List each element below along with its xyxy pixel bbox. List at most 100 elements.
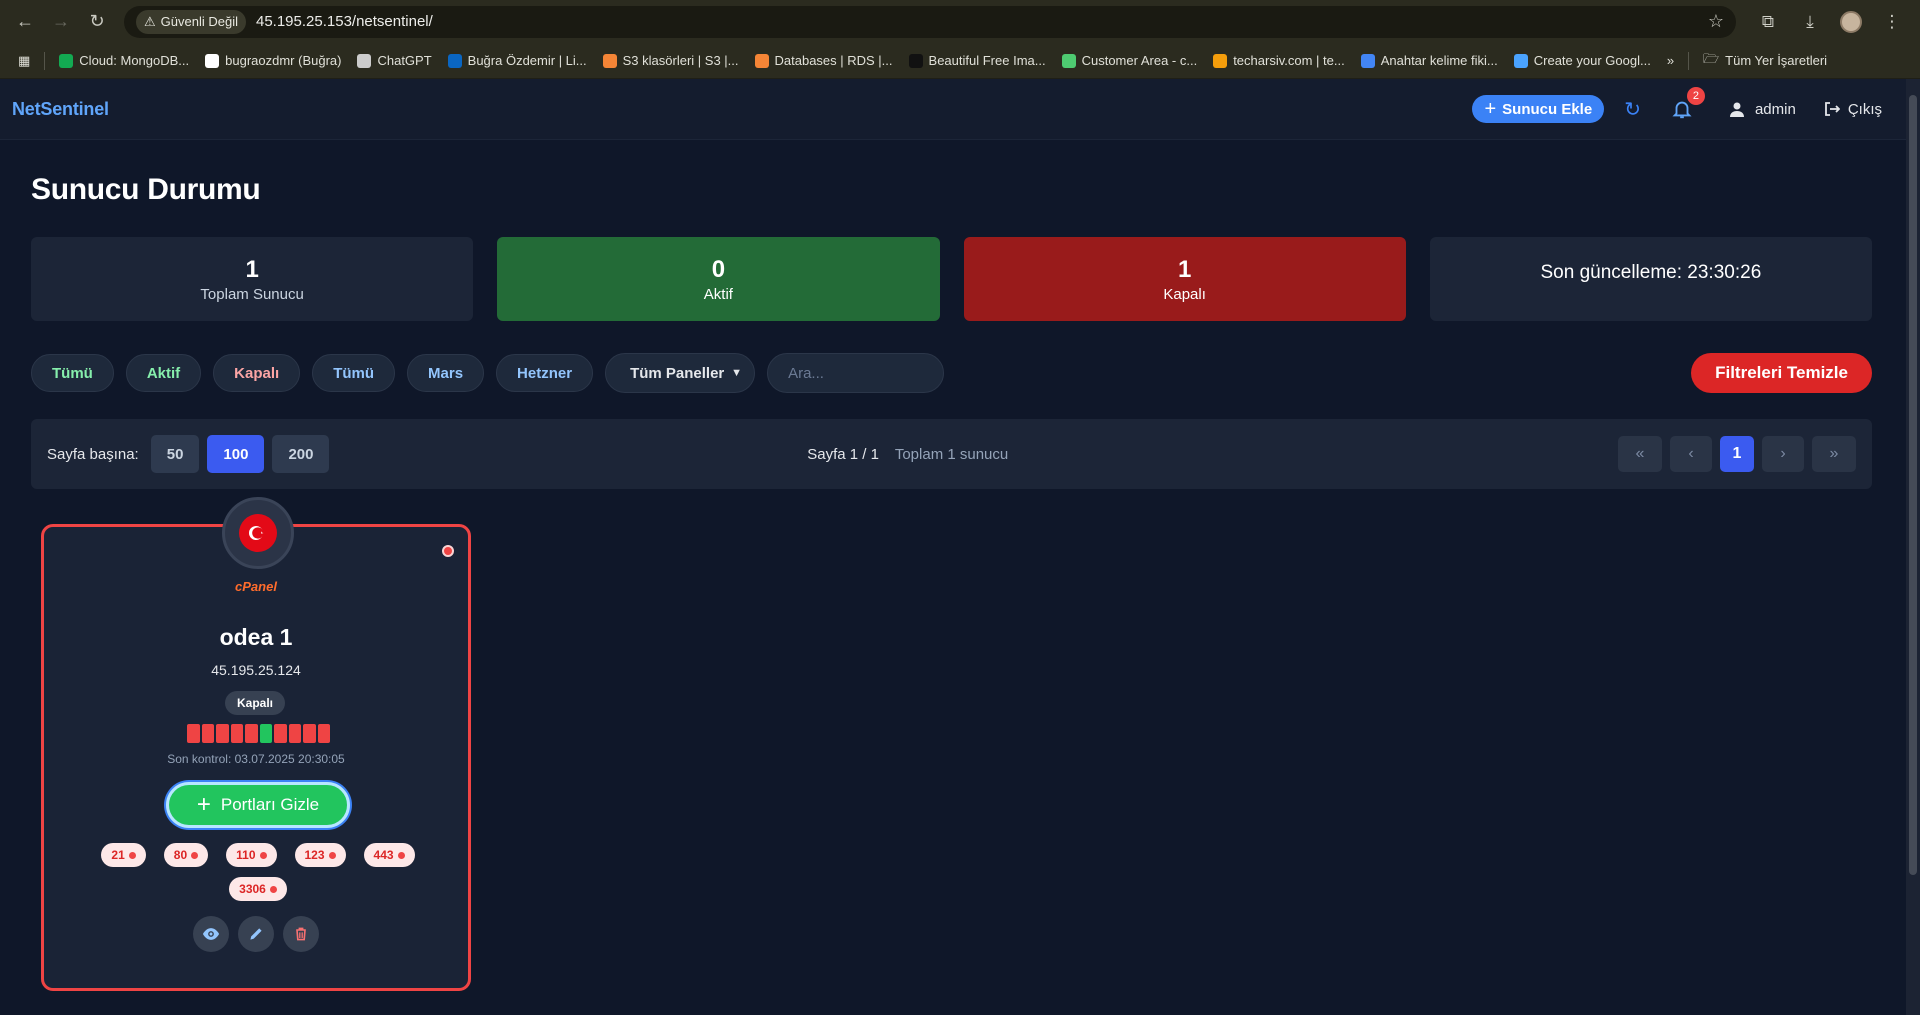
- bookmark-item[interactable]: Customer Area - c...: [1054, 53, 1206, 68]
- per-page-50[interactable]: 50: [150, 435, 200, 473]
- stats-row: 1 Toplam Sunucu 0 Aktif 1 Kapalı Son gün…: [31, 237, 1872, 321]
- notification-badge: 2: [1686, 87, 1705, 105]
- back-icon[interactable]: ←: [10, 7, 40, 37]
- filter-status-down[interactable]: Kapalı: [213, 354, 301, 392]
- bookmark-item[interactable]: Create your Googl...: [1506, 53, 1659, 68]
- profile-avatar[interactable]: [1840, 10, 1862, 33]
- bookmark-item[interactable]: S3 klasörleri | S3 |...: [595, 53, 747, 68]
- edit-button[interactable]: [238, 916, 274, 952]
- bookmark-item[interactable]: techarsiv.com | te...: [1205, 53, 1353, 68]
- next-page-icon[interactable]: ›: [1762, 436, 1804, 472]
- clear-filters-button[interactable]: Filtreleri Temizle: [1691, 353, 1872, 393]
- logout-button[interactable]: Çıkış: [1824, 101, 1882, 118]
- bookmark-item[interactable]: Databases | RDS |...: [747, 53, 901, 68]
- bookmark-item[interactable]: ChatGPT: [349, 53, 439, 68]
- extensions-icon[interactable]: ⧉: [1756, 12, 1780, 32]
- per-page-label: Sayfa başına:: [47, 445, 139, 463]
- page-scrollbar[interactable]: [1906, 79, 1920, 1015]
- filter-status-all[interactable]: Tümü: [31, 354, 114, 392]
- prev-page-icon[interactable]: ‹: [1670, 436, 1712, 472]
- menu-kebab-icon[interactable]: ⋮: [1880, 12, 1904, 32]
- status-dot: [442, 545, 454, 557]
- filter-provider-all[interactable]: Tümü: [312, 354, 396, 392]
- pagination-bar: Sayfa başına: 50 100 200 Sayfa 1 / 1 Top…: [31, 419, 1872, 489]
- chevron-down-icon: ▼: [731, 367, 743, 379]
- filter-provider-hetzner[interactable]: Hetzner: [496, 354, 594, 392]
- app-viewport: NetSentinel + Sunucu Ekle ↻ 2 admin Çıkı…: [0, 79, 1920, 1015]
- bookmark-favicon-icon: [205, 53, 220, 68]
- toggle-ports-button[interactable]: + Portları Gizle: [166, 782, 350, 828]
- per-page-100[interactable]: 100: [207, 435, 265, 473]
- refresh-icon[interactable]: ↻: [1624, 97, 1641, 122]
- app-header: NetSentinel + Sunucu Ekle ↻ 2 admin Çıkı…: [0, 79, 1920, 140]
- filter-status-active[interactable]: Aktif: [125, 354, 202, 392]
- scrollbar-thumb[interactable]: [1909, 95, 1917, 875]
- stat-total: 1 Toplam Sunucu: [31, 237, 474, 321]
- turkey-flag-icon: [239, 514, 277, 552]
- page-info: Sayfa 1 / 1: [807, 445, 879, 463]
- first-page-icon[interactable]: «: [1618, 436, 1662, 472]
- bookmark-item[interactable]: Buğra Özdemir | Li...: [440, 53, 595, 68]
- filter-provider-mars[interactable]: Mars: [407, 354, 485, 392]
- history-bar-down: [317, 724, 330, 743]
- page-button-current[interactable]: 1: [1720, 436, 1754, 472]
- user-menu[interactable]: admin: [1729, 101, 1796, 118]
- all-bookmarks-folder[interactable]: 🗁 Tüm Yer İşaretleri: [1695, 50, 1835, 72]
- browser-toolbar: ← → ↻ ⚠ Güvenli Değil 45.195.25.153/nets…: [0, 0, 1920, 43]
- logout-icon: [1824, 102, 1840, 116]
- port-status-dot: [191, 851, 199, 859]
- delete-button[interactable]: [283, 916, 319, 952]
- download-icon[interactable]: ⤓: [1798, 12, 1822, 32]
- address-bar[interactable]: ⚠ Güvenli Değil 45.195.25.153/netsentine…: [124, 5, 1736, 38]
- security-indicator[interactable]: ⚠ Güvenli Değil: [136, 9, 246, 34]
- bookmark-favicon-icon: [1213, 53, 1228, 68]
- bookmark-favicon-icon: [447, 53, 462, 68]
- port-badge: 443: [363, 843, 415, 867]
- bookmark-favicon-icon: [1061, 53, 1076, 68]
- server-card: cPanel odea 1 45.195.25.124 Kapalı Son k…: [41, 497, 471, 991]
- add-server-button[interactable]: + Sunucu Ekle: [1472, 95, 1605, 123]
- port-badge: 80: [163, 843, 209, 867]
- history-bar-down: [245, 724, 258, 743]
- panel-select[interactable]: Tüm Paneller ▼: [605, 353, 756, 393]
- card-actions: [44, 916, 468, 952]
- bookmark-item[interactable]: Beautiful Free Ima...: [901, 53, 1054, 68]
- history-bar-down: [274, 724, 287, 743]
- bookmark-favicon-icon: [1360, 53, 1375, 68]
- total-info: Toplam 1 sunucu: [894, 445, 1009, 463]
- bookmark-item[interactable]: bugraozdmr (Buğra): [197, 53, 349, 68]
- reload-icon[interactable]: ↻: [82, 7, 112, 37]
- pencil-icon: [250, 928, 262, 940]
- bookmark-item[interactable]: Anahtar kelime fiki...: [1353, 53, 1506, 68]
- per-page-200[interactable]: 200: [272, 435, 330, 473]
- apps-grid-icon[interactable]: ▦: [10, 53, 38, 69]
- history-bar-down: [230, 724, 243, 743]
- bookmark-star-icon[interactable]: ☆: [1708, 11, 1724, 32]
- more-bookmarks-icon[interactable]: »: [1659, 53, 1682, 68]
- filter-bar: Tümü Aktif Kapalı Tümü Mars Hetzner Tüm …: [31, 353, 1872, 393]
- search-input[interactable]: Ara...: [767, 353, 945, 393]
- panel-logo: cPanel: [235, 579, 277, 594]
- stat-down: 1 Kapalı: [963, 237, 1406, 321]
- stat-last-updated: Son güncelleme: 23:30:26: [1429, 237, 1872, 321]
- forward-icon[interactable]: →: [46, 7, 76, 37]
- notifications-button[interactable]: 2: [1671, 87, 1705, 121]
- last-check: Son kontrol: 03.07.2025 20:30:05: [167, 752, 345, 766]
- divider: [1688, 51, 1690, 70]
- brand-logo[interactable]: NetSentinel: [12, 99, 109, 120]
- bookmark-item[interactable]: Cloud: MongoDB...: [51, 53, 197, 68]
- country-flag: [222, 497, 294, 569]
- server-ip: 45.195.25.124: [211, 662, 301, 678]
- url-text[interactable]: 45.195.25.153/netsentinel/: [256, 13, 433, 30]
- port-status-dot: [328, 851, 336, 859]
- bookmark-favicon-icon: [59, 53, 74, 68]
- view-button[interactable]: [193, 916, 229, 952]
- folder-icon: 🗁: [1703, 50, 1720, 66]
- port-status-dot: [128, 851, 136, 859]
- server-name: odea 1: [219, 624, 293, 650]
- port-status-dot: [397, 851, 405, 859]
- plus-icon: +: [196, 791, 211, 818]
- user-icon: [1729, 102, 1744, 117]
- trash-icon: [296, 927, 306, 941]
- last-page-icon[interactable]: »: [1812, 436, 1856, 472]
